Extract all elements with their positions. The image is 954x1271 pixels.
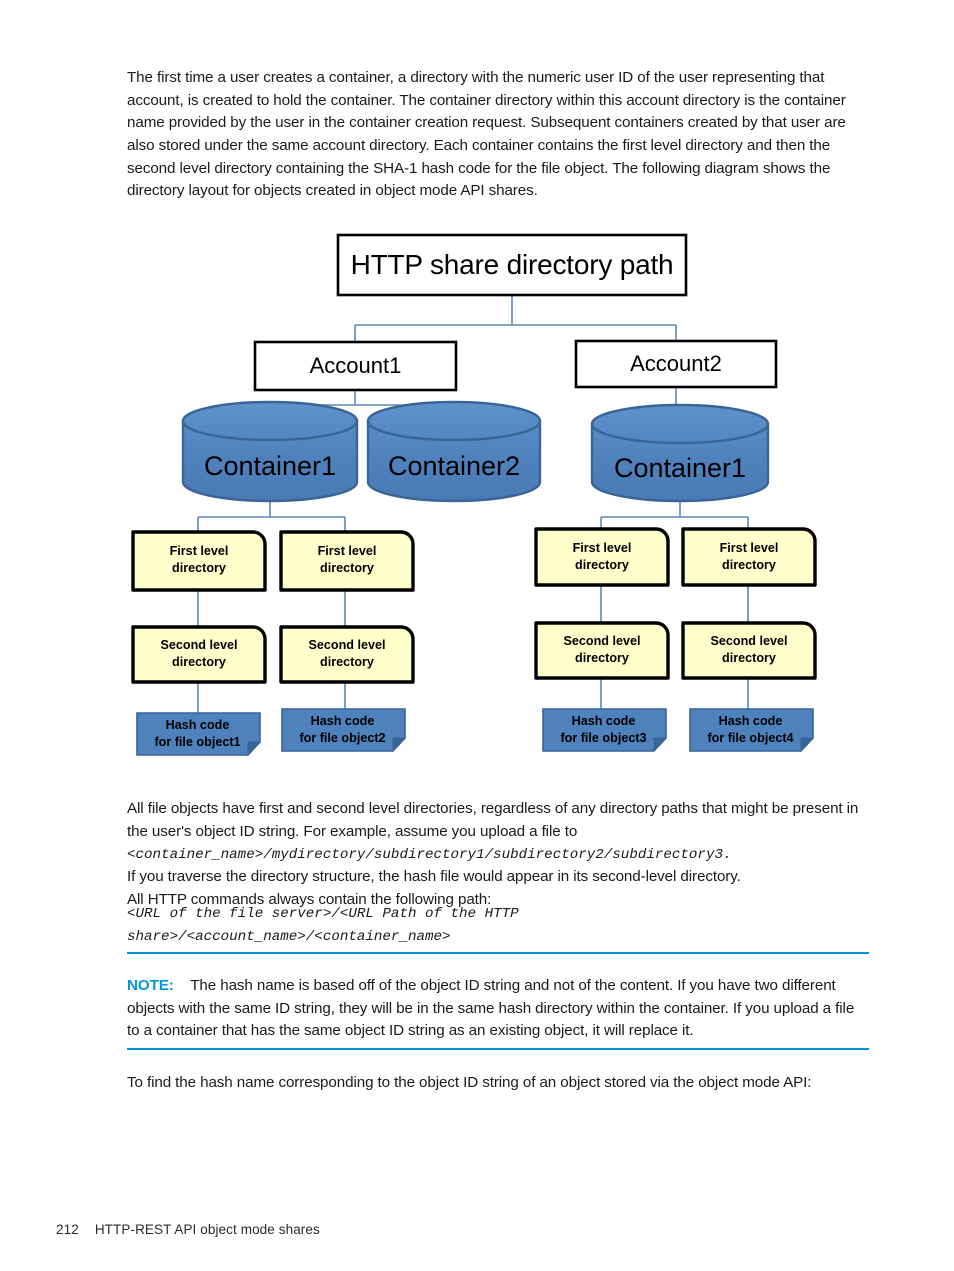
container-name-path-mono: <container_name>/mydirectory/subdirector…: [127, 847, 732, 864]
note-label: NOTE:: [127, 977, 174, 995]
first-level-box-2: [279, 530, 415, 592]
container3-cylinder: [590, 403, 770, 503]
second-level-box-4: [681, 621, 817, 680]
container1-cylinder: [181, 400, 359, 503]
note-paragraph: NOTE: The hash name is based off of the …: [127, 975, 869, 1043]
all-file-objects-text: All file objects have first and second l…: [127, 800, 859, 840]
diagram-canvas: [131, 233, 817, 757]
second-level-box-3: [534, 621, 670, 680]
all-file-objects-paragraph: All file objects have first and second l…: [127, 798, 869, 867]
account1-box: [253, 340, 458, 392]
url-path-code-block: <URL of the file server>/<URL Path of th…: [127, 903, 869, 948]
first-level-box-3: [534, 527, 670, 587]
url-path-line-2: share>/<account_name>/<container_name>: [127, 928, 451, 945]
container2-cylinder: [366, 400, 542, 503]
note-text: The hash name is based off of the object…: [127, 977, 855, 1040]
intro-paragraph: The first time a user creates a containe…: [127, 69, 846, 200]
hash-code-box-2: [281, 708, 407, 753]
hash-code-box-3: [542, 708, 668, 753]
second-level-box-2: [279, 625, 415, 684]
second-level-box-1: [131, 625, 267, 684]
note-spacer: [174, 977, 190, 994]
root-box: [336, 233, 688, 297]
traverse-paragraph: If you traverse the directory structure,…: [127, 868, 741, 886]
directory-layout-diagram: HTTP share directory path Account1 Accou…: [0, 225, 954, 770]
hash-code-box-1: [136, 712, 262, 757]
footer-page-number: 212: [56, 1222, 79, 1237]
footer-chapter-title: HTTP-REST API object mode shares: [94, 1222, 320, 1237]
hash-code-box-4: [689, 708, 815, 753]
page-footer: 212 HTTP-REST API object mode shares: [56, 1222, 320, 1237]
url-path-line-1: <URL of the file server>/<URL Path of th…: [127, 906, 519, 922]
note-bottom-divider: [127, 1048, 869, 1050]
account2-box: [574, 339, 778, 389]
note-top-divider: [127, 952, 869, 954]
first-level-box-1: [131, 530, 267, 592]
first-level-box-4: [681, 527, 817, 587]
document-page: The first time a user creates a containe…: [0, 0, 954, 1271]
to-find-hash-paragraph: To find the hash name corresponding to t…: [127, 1074, 812, 1092]
